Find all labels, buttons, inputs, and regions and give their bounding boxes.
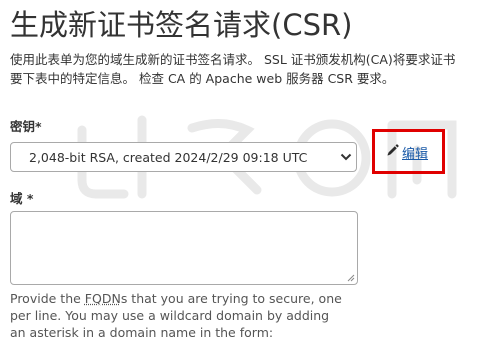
domain-help-text: Provide the FQDNs that you are trying to… [10,290,370,341]
key-select[interactable]: 2,048-bit RSA, created 2024/2/29 09:18 U… [10,142,357,172]
chevron-down-icon [336,142,356,172]
domain-textarea[interactable] [10,211,358,285]
page-title: 生成新证书签名请求(CSR) [10,8,353,42]
help-line: per line. You may use a wildcard domain … [10,308,330,323]
key-select-value: 2,048-bit RSA, created 2024/2/29 09:18 U… [29,149,308,165]
help-text: Provide the [10,291,85,306]
help-line: an asterisk in a domain name in the form… [10,325,274,340]
help-text: s that you are trying to secure, one [120,291,342,306]
csr-page: 生成新证书签名请求(CSR) 使用此表单为您的域生成新的证书签名请求。 SSL … [0,0,493,348]
pencil-icon [386,144,399,161]
key-label: 密钥* [10,119,42,134]
resize-handle-icon[interactable] [346,273,355,282]
help-line: Provide the FQDNs that you are trying to… [10,290,370,307]
edit-key-link[interactable]: 编辑 [386,143,428,162]
domain-label: 域 * [10,191,34,206]
fqdn-abbr: FQDN [84,291,121,306]
page-description: 使用此表单为您的域生成新的证书签名请求。 SSL 证书颁发机构(CA)将要求证书… [10,50,493,88]
edit-link-label: 编辑 [402,147,429,162]
description-line: 要下表中的特定信息。 检查 CA 的 Apache web 服务器 CSR 要求… [10,71,395,86]
description-line: 使用此表单为您的域生成新的证书签名请求。 SSL 证书颁发机构(CA)将要求证书 [10,52,456,67]
